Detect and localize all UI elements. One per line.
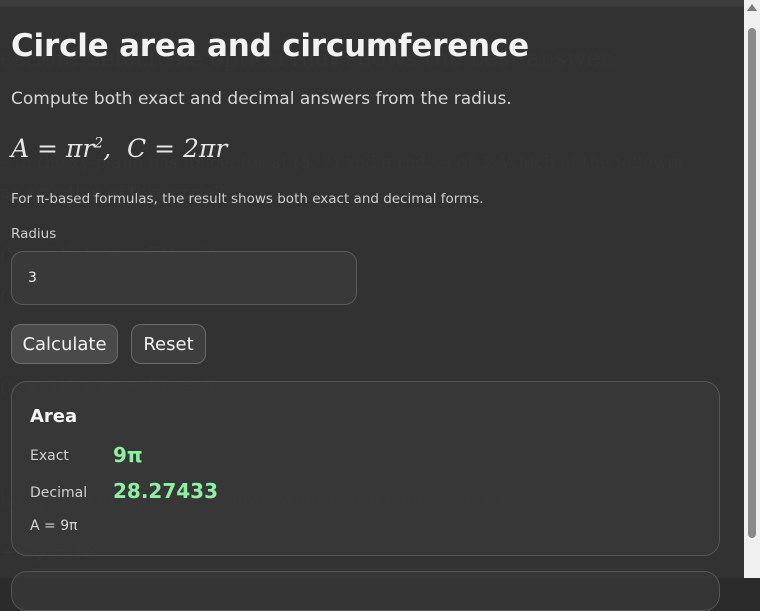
radius-input[interactable] — [11, 251, 357, 305]
reset-button[interactable]: Reset — [131, 324, 206, 364]
scroll-up-arrow-icon[interactable] — [747, 4, 757, 11]
next-result-card — [11, 571, 720, 611]
page-title: Circle area and circumference — [11, 28, 529, 64]
formula-separator: , — [103, 134, 128, 163]
radius-label: Radius — [11, 226, 57, 242]
result-formula: A = 9π — [30, 518, 78, 534]
formula-circumference: C = 2πr — [127, 134, 228, 163]
result-title: Area — [30, 406, 78, 427]
decimal-value: 28.27433 — [113, 479, 219, 503]
calculate-button[interactable]: Calculate — [11, 324, 118, 364]
formula-area: A = πr — [11, 134, 95, 163]
page-subtitle: Compute both exact and decimal answers f… — [11, 89, 512, 109]
decimal-label: Decimal — [30, 485, 88, 501]
vertical-scrollbar[interactable] — [744, 0, 760, 578]
exact-label: Exact — [30, 448, 69, 464]
formula-note: For π-based formulas, the result shows b… — [11, 191, 484, 207]
area-result-card: Area Exact 9π Decimal 28.27433 A = 9π — [11, 381, 720, 556]
formula-area-exponent: 2 — [94, 135, 104, 152]
formula-display: A = πr2, C = 2πr — [11, 134, 227, 163]
scrollbar-thumb[interactable] — [748, 28, 756, 538]
exact-value: 9π — [113, 443, 143, 467]
